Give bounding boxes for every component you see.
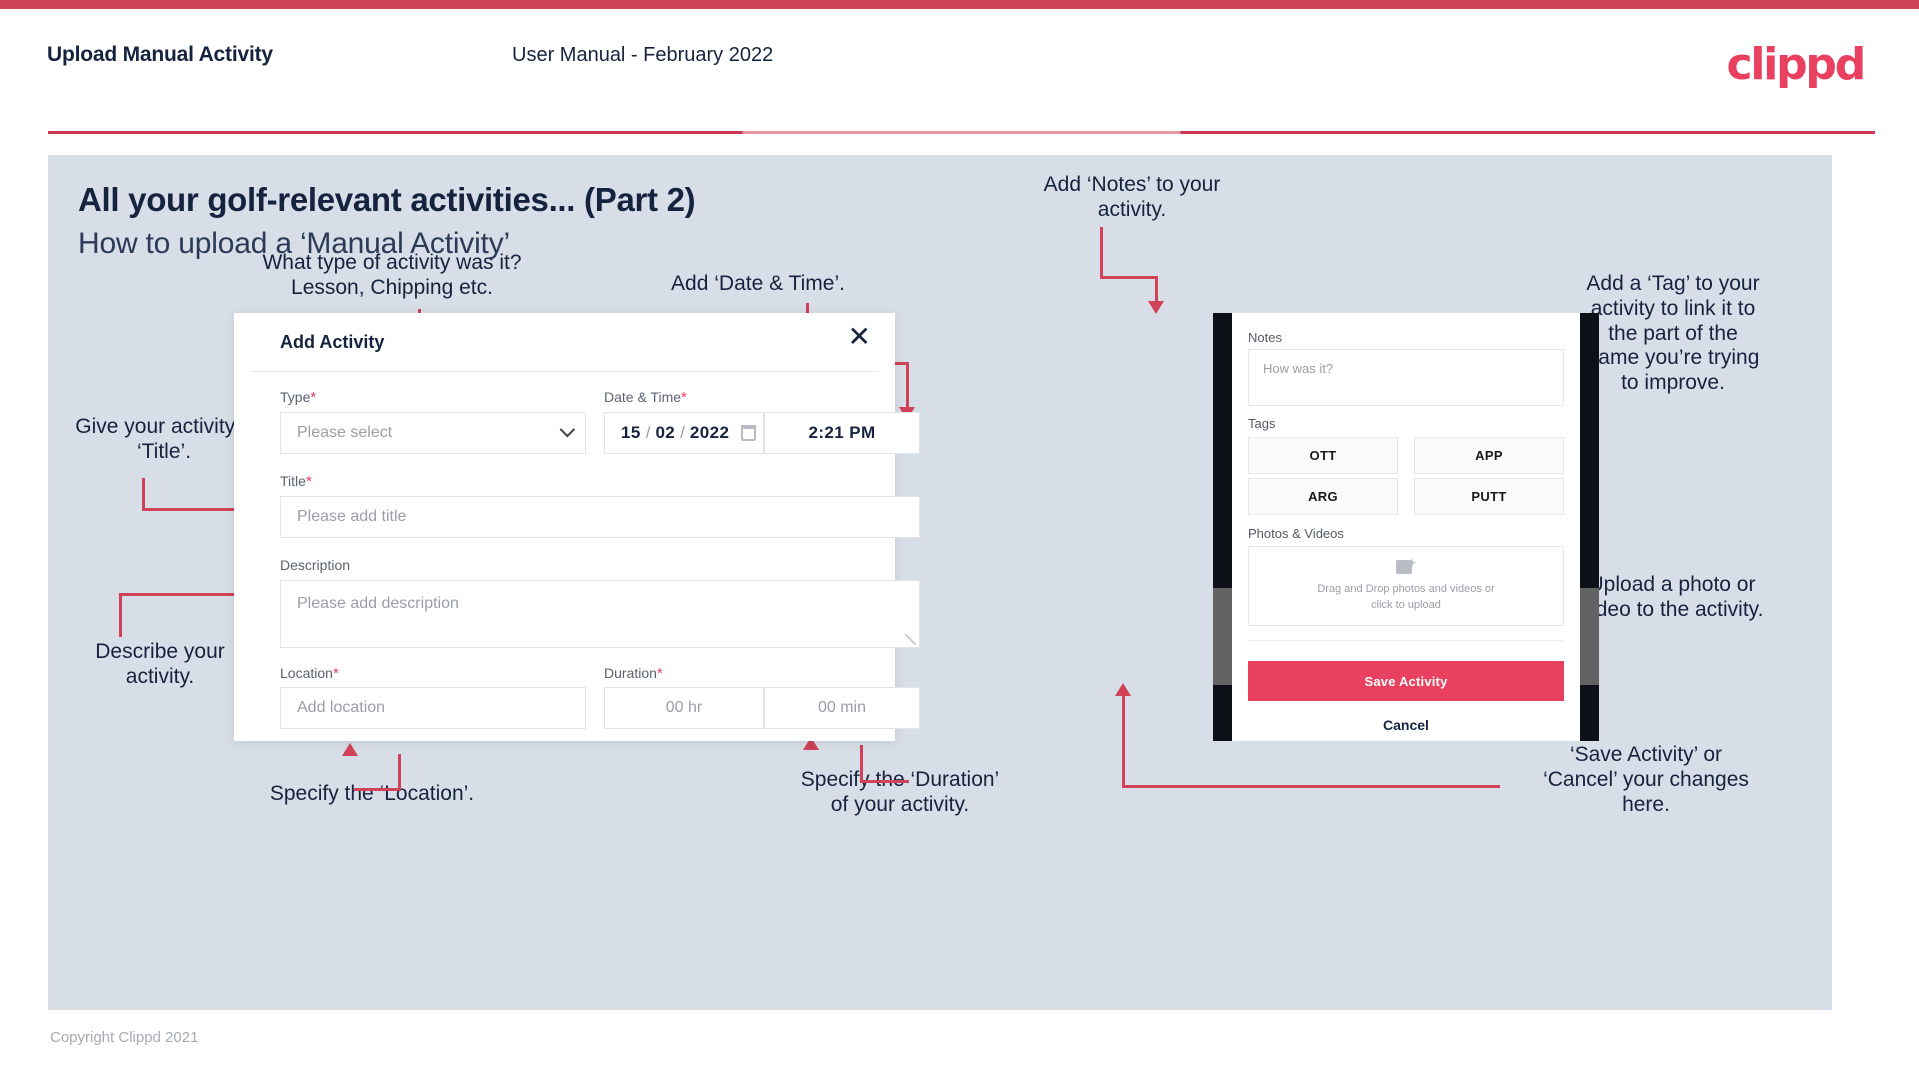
title-placeholder: Please add title [297, 508, 407, 525]
dialog-title: Add Activity [280, 332, 385, 352]
leader-loc-v1 [398, 754, 401, 791]
title-label-text: Title [280, 473, 306, 489]
upload-hint-line-1: Drag and Drop photos and videos or [1317, 583, 1495, 596]
header-center-title: User Manual - February 2022 [512, 44, 774, 66]
phone-divider [1248, 640, 1564, 641]
leader-dur-v [860, 745, 863, 783]
duration-hours-input[interactable]: 00 hr [604, 687, 764, 729]
clippd-logo: clippd [1726, 39, 1866, 90]
leader-notes-h [1100, 276, 1158, 279]
description-placeholder: Please add description [297, 595, 459, 612]
tag-button-ott[interactable]: OTT [1248, 437, 1398, 474]
type-label: Type* [280, 389, 316, 406]
annotation-duration: Specify the ‘Duration’ of your activity. [800, 768, 1000, 816]
date-time-label-text: Date & Time [604, 389, 682, 405]
date-day: 15 [621, 423, 641, 442]
leader-save-arrow [1115, 683, 1131, 696]
tag-button-arg[interactable]: ARG [1248, 478, 1398, 515]
page-title: All your golf-relevant activities... (Pa… [78, 181, 696, 218]
location-label: Location* [280, 665, 339, 682]
photos-label: Photos & Videos [1248, 526, 1344, 541]
duration-label: Duration* [604, 665, 663, 682]
annotation-notes: Add ‘Notes’ to your activity. [1043, 173, 1221, 221]
slide-canvas: All your golf-relevant activities... (Pa… [48, 155, 1832, 1010]
duration-minutes-input[interactable]: 00 min [764, 687, 920, 729]
leader-save-v [1122, 693, 1125, 787]
resize-handle-icon[interactable] [905, 634, 916, 645]
header-divider [48, 131, 1875, 134]
tags-label: Tags [1248, 416, 1276, 431]
cancel-button[interactable]: Cancel [1232, 717, 1580, 733]
location-input[interactable]: Add location [280, 687, 586, 729]
date-sep-1: / [645, 423, 651, 442]
location-required-mark: * [332, 665, 339, 682]
description-textarea[interactable]: Please add description [280, 580, 920, 648]
leader-notes-v2 [1155, 276, 1158, 304]
phone-bezel-left-gray [1213, 588, 1232, 685]
annotation-location: Specify the ‘Location’. [269, 782, 475, 805]
title-required-mark: * [305, 473, 312, 490]
photo-upload-dropzone[interactable]: + Drag and Drop photos and videos or cli… [1248, 546, 1564, 626]
leader-notes-arrow [1148, 301, 1164, 314]
leader-loc-arrow [342, 743, 358, 756]
leader-dt-v2 [906, 362, 909, 410]
leader-desc-v [119, 595, 122, 637]
upload-hint-line-2: click to upload [1371, 599, 1441, 611]
phone-mockup: Notes How was it? Tags OTT APP ARG PUTT … [1213, 313, 1599, 741]
leader-notes-v1 [1100, 227, 1103, 279]
dialog-divider [251, 371, 879, 372]
save-activity-button[interactable]: Save Activity [1248, 661, 1564, 701]
date-sep-2: / [680, 423, 685, 442]
duration-minutes-placeholder: 00 min [817, 699, 867, 716]
tag-button-app[interactable]: APP [1414, 437, 1564, 474]
header-left-title: Upload Manual Activity [47, 43, 273, 66]
type-required-mark: * [310, 389, 317, 406]
location-label-text: Location [280, 665, 333, 681]
duration-hours-placeholder: 00 hr [665, 699, 703, 716]
chevron-down-icon [559, 421, 576, 438]
add-image-icon: + [1396, 556, 1416, 575]
time-input[interactable]: 2:21 PM [764, 412, 920, 454]
copyright-text: Copyright Clippd 2021 [50, 1029, 199, 1046]
close-icon[interactable]: ✕ [848, 323, 871, 351]
notes-placeholder: How was it? [1263, 361, 1334, 376]
description-label-text: Description [280, 557, 351, 573]
leader-title-h [142, 508, 246, 511]
page-header: Upload Manual Activity User Manual - Feb… [0, 9, 1919, 134]
leader-loc-h [354, 788, 401, 791]
annotation-type: What type of activity was it? Lesson, Ch… [262, 251, 522, 299]
notes-label: Notes [1248, 330, 1282, 345]
tag-button-putt[interactable]: PUTT [1414, 478, 1564, 515]
date-year: 2022 [689, 423, 730, 442]
leader-title-v [142, 478, 145, 510]
description-label: Description [280, 557, 350, 573]
annotation-save-cancel: ‘Save Activity’ or ‘Cancel’ your changes… [1543, 743, 1749, 816]
duration-required-mark: * [656, 665, 663, 682]
top-accent-bar [0, 0, 1919, 9]
date-input[interactable]: 15 / 02 / 2022 [604, 412, 764, 454]
date-time-required-mark: * [681, 389, 687, 406]
time-value: 2:21 PM [808, 423, 876, 442]
add-activity-dialog: Add Activity ✕ Type* Please select Date … [234, 313, 920, 741]
date-time-label: Date & Time* [604, 389, 687, 406]
leader-dur-h [860, 780, 909, 783]
title-input[interactable]: Please add title [280, 496, 920, 538]
notes-textarea[interactable]: How was it? [1248, 349, 1564, 406]
phone-bezel-right-gray [1580, 588, 1599, 685]
leader-save-h [1122, 785, 1500, 788]
title-label: Title* [280, 473, 312, 490]
type-placeholder: Please select [297, 424, 393, 441]
leader-desc-h [119, 593, 236, 596]
type-label-text: Type [280, 389, 311, 405]
calendar-icon[interactable] [741, 425, 757, 441]
annotation-date-time: Add ‘Date & Time’. [671, 272, 845, 295]
type-select[interactable]: Please select [280, 412, 586, 454]
location-placeholder: Add location [297, 699, 386, 716]
date-month: 02 [655, 423, 676, 442]
phone-screen: Notes How was it? Tags OTT APP ARG PUTT … [1232, 313, 1580, 741]
duration-label-text: Duration [604, 665, 657, 681]
